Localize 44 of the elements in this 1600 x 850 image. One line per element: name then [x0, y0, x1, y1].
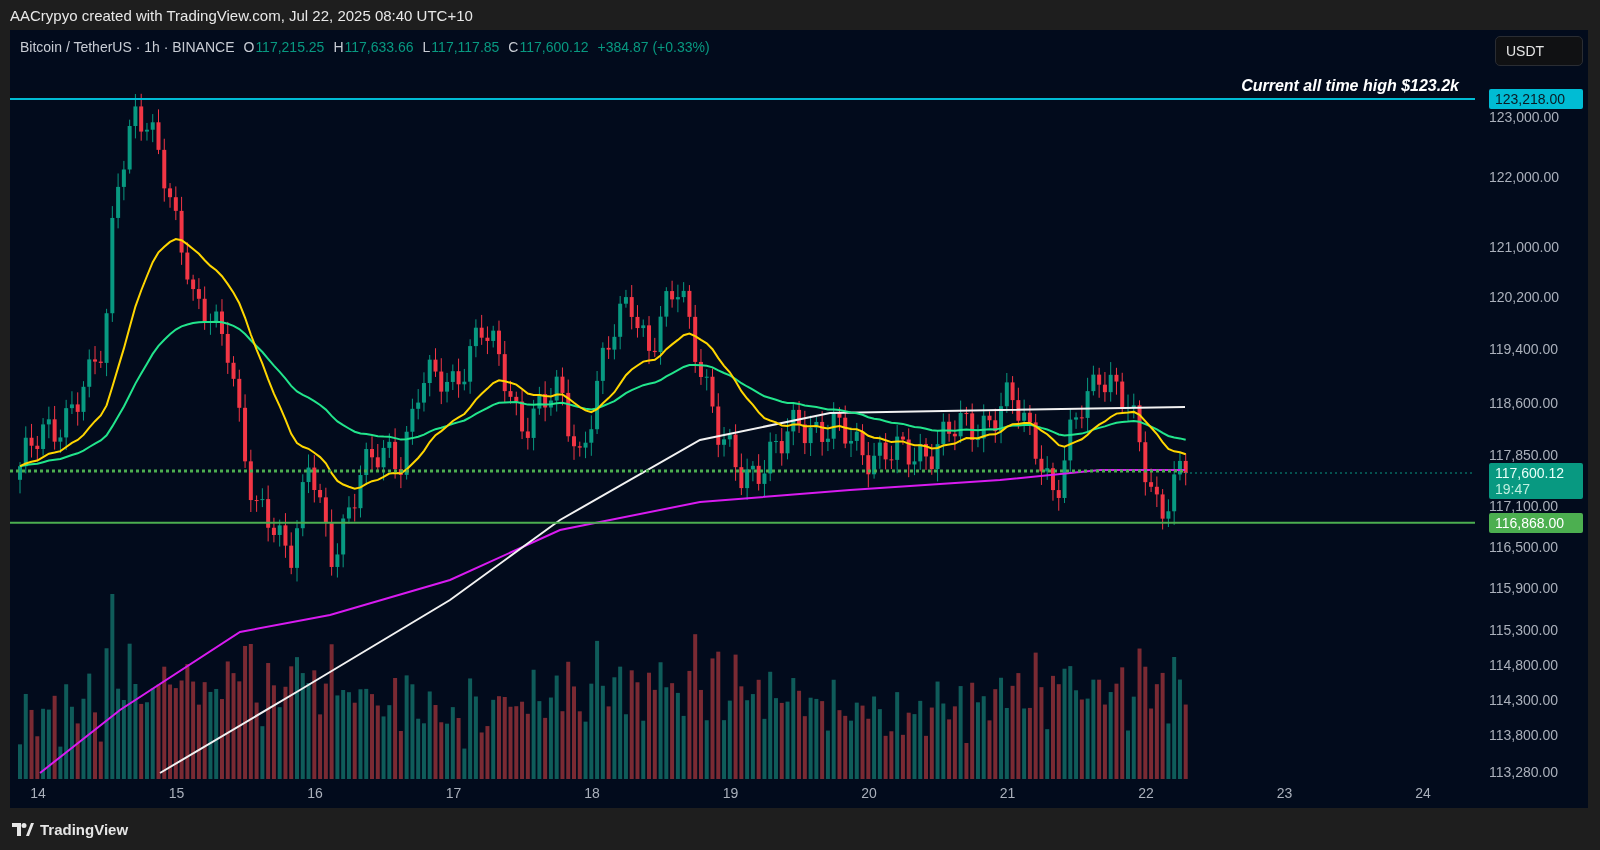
currency-button[interactable]: USDT	[1495, 36, 1583, 66]
price-label: 116,868.00	[1489, 512, 1583, 533]
time-tick: 20	[861, 785, 877, 801]
price-tick: 121,000.00	[1489, 239, 1560, 255]
ohlc-value: 117,600.12	[519, 39, 589, 55]
annotation-text: Current all time high $123.2k	[1241, 77, 1459, 95]
price-tick: 115,900.00	[1489, 580, 1559, 596]
price-tick: 116,500.00	[1489, 539, 1559, 555]
symbol-title: Bitcoin / TetherUS · 1h · BINANCE	[20, 39, 235, 55]
attribution-text: AACrypyo created with TradingView.com, Jul 22, 2025 08:40 UTC+10	[10, 6, 473, 24]
price-tick: 119,400.00	[1489, 341, 1559, 357]
time-tick: 17	[445, 785, 462, 801]
last-price-label: 117,600.12 19:47	[1489, 463, 1583, 499]
time-tick: 18	[584, 785, 600, 801]
ohlc-value: 117,633.66	[344, 39, 414, 55]
price-tick: 117,100.00	[1489, 498, 1559, 514]
price-tick: 114,800.00	[1489, 657, 1559, 673]
price-label: 123,218.00	[1489, 89, 1583, 109]
time-tick: 19	[722, 785, 739, 801]
time-tick: 16	[307, 785, 323, 801]
ohlc-value: 117,117.85	[431, 39, 500, 55]
ohlc-value: 117,215.25	[255, 39, 325, 55]
price-tick: 123,000.00	[1489, 109, 1560, 125]
time-tick: 14	[30, 785, 46, 801]
ohlc-label: L	[422, 39, 431, 55]
price-tick: 120,200.00	[1489, 289, 1560, 305]
time-tick: 21	[999, 785, 1016, 801]
ohlc-label: C	[508, 39, 519, 55]
price-change: +384.87 (+0.33%)	[597, 39, 710, 55]
ohlc-label: O	[243, 39, 255, 55]
price-tick: 115,300.00	[1489, 622, 1559, 638]
time-tick: 23	[1276, 785, 1293, 801]
price-tick: 122,000.00	[1489, 169, 1560, 185]
price-tick: 118,600.00	[1489, 395, 1559, 411]
time-tick: 15	[168, 785, 185, 801]
brand-name: TradingView	[40, 820, 129, 838]
logo-icon	[12, 822, 34, 836]
price-tick: 113,800.00	[1489, 727, 1559, 743]
price-tick: 114,300.00	[1489, 692, 1559, 708]
ohlc-label: H	[333, 39, 344, 55]
time-tick: 24	[1415, 785, 1431, 801]
price-tick: 113,280.00	[1489, 764, 1559, 780]
time-tick: 22	[1138, 785, 1154, 801]
price-tick: 117,850.00	[1489, 447, 1559, 463]
